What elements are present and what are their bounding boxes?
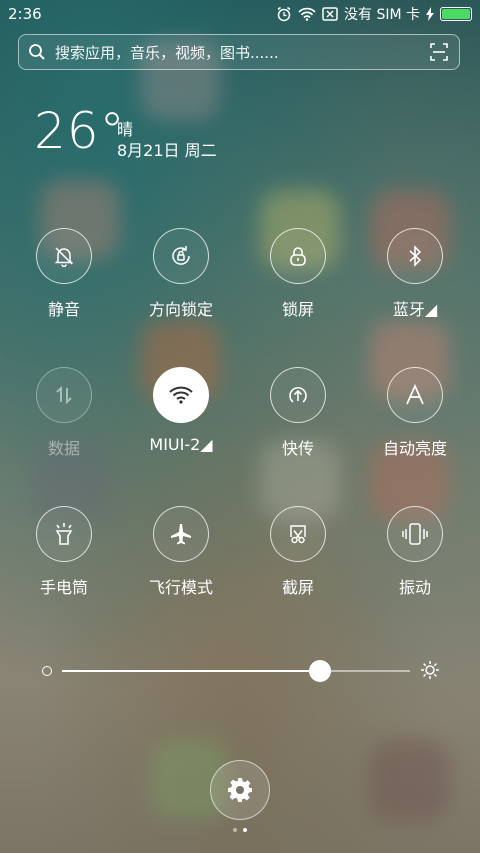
status-time: 2:36 xyxy=(8,5,42,23)
bell-off-icon[interactable] xyxy=(36,228,92,284)
toggle-flashlight[interactable]: 手电筒 xyxy=(6,506,122,598)
toggle-vibrate[interactable]: 振动 xyxy=(357,506,473,598)
airplane-icon[interactable] xyxy=(153,506,209,562)
temperature: 26° xyxy=(34,102,126,160)
page-dot xyxy=(233,828,237,832)
status-icons: 没有 SIM 卡 xyxy=(276,4,472,24)
charging-icon xyxy=(426,7,434,21)
brightness-high-icon xyxy=(421,661,439,679)
toggle-bluetooth[interactable]: 蓝牙◢ xyxy=(357,228,473,320)
toggle-lock-screen[interactable]: 锁屏 xyxy=(240,228,356,320)
toggle-label: 静音 xyxy=(47,300,80,319)
search-input[interactable]: 搜索应用，音乐，视频，图书...... xyxy=(55,42,419,63)
rotation-lock-icon[interactable] xyxy=(153,228,209,284)
screenshot-icon[interactable] xyxy=(270,506,326,562)
auto-brightness-icon[interactable] xyxy=(387,367,443,423)
toggle-quick-transfer[interactable]: 快传 xyxy=(240,367,356,459)
search-bar[interactable]: 搜索应用，音乐，视频，图书...... xyxy=(18,34,460,70)
wifi-icon[interactable] xyxy=(153,367,209,423)
search-icon xyxy=(19,43,55,61)
flashlight-icon[interactable] xyxy=(36,506,92,562)
page-indicator xyxy=(233,828,247,832)
toggle-mobile-data[interactable]: 数据 xyxy=(6,367,122,459)
brightness-fill xyxy=(62,670,320,672)
toggle-label: 手电筒 xyxy=(39,578,88,597)
sim-status-text: 没有 SIM 卡 xyxy=(344,7,420,23)
lock-icon[interactable] xyxy=(270,228,326,284)
no-sim-icon xyxy=(322,7,338,21)
brightness-track[interactable] xyxy=(62,660,410,682)
toggle-label: 方向锁定 xyxy=(148,300,213,319)
toggle-rotation-lock[interactable]: 方向锁定 xyxy=(123,228,239,320)
scan-icon[interactable] xyxy=(419,43,459,61)
page-dot-active xyxy=(243,828,247,832)
toggle-airplane[interactable]: 飞行模式 xyxy=(123,506,239,598)
toggle-auto-brightness[interactable]: 自动亮度 xyxy=(357,367,473,459)
mobile-data-icon[interactable] xyxy=(36,367,92,423)
quick-transfer-icon[interactable] xyxy=(270,367,326,423)
alarm-icon xyxy=(277,6,291,22)
toggle-label: MIUI-2◢ xyxy=(149,435,213,454)
toggle-screenshot[interactable]: 截屏 xyxy=(240,506,356,598)
wifi-status-icon xyxy=(298,7,316,21)
toggle-label: 锁屏 xyxy=(281,300,314,319)
brightness-low-icon xyxy=(42,666,52,676)
status-bar: 2:36 没有 SIM 卡 xyxy=(0,0,480,28)
bluetooth-icon[interactable] xyxy=(387,228,443,284)
brightness-slider[interactable] xyxy=(40,658,440,682)
settings-button[interactable] xyxy=(210,760,270,820)
toggle-label: 自动亮度 xyxy=(382,439,447,458)
battery-icon xyxy=(440,7,472,21)
toggle-label: 蓝牙◢ xyxy=(392,300,438,319)
date: 8月21日 周二 xyxy=(117,141,217,160)
toggle-label: 数据 xyxy=(47,439,80,458)
vibrate-icon[interactable] xyxy=(387,506,443,562)
toggle-silent[interactable]: 静音 xyxy=(6,228,122,320)
toggle-label: 飞行模式 xyxy=(148,578,213,597)
toggle-wifi[interactable]: MIUI-2◢ xyxy=(123,367,239,454)
brightness-knob[interactable] xyxy=(308,660,331,682)
toggle-label: 快传 xyxy=(281,439,314,458)
toggle-label: 截屏 xyxy=(281,578,314,597)
toggle-label: 振动 xyxy=(398,578,431,597)
gear-icon xyxy=(228,778,252,802)
